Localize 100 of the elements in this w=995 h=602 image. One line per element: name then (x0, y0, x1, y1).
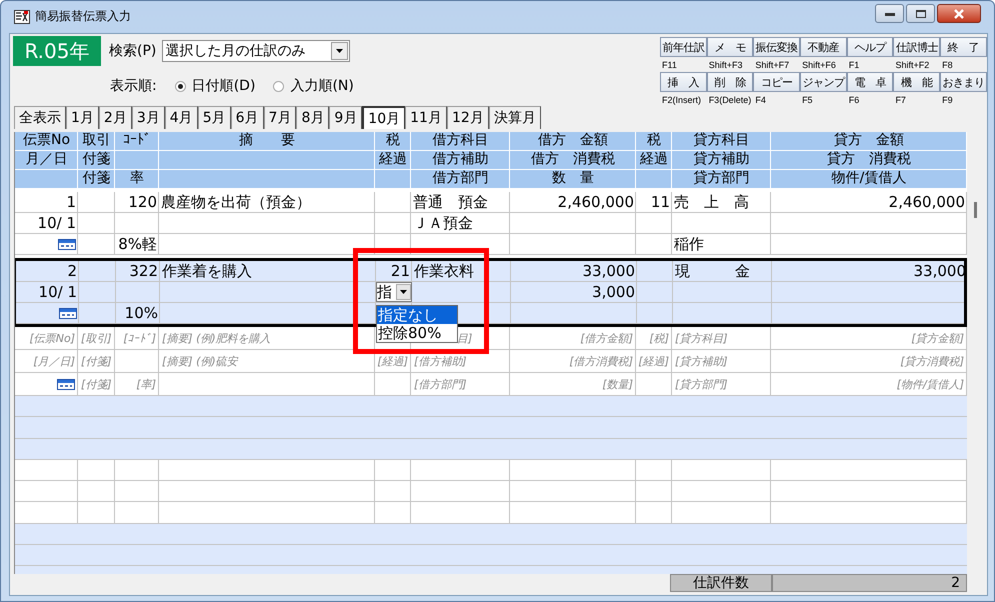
month-tab[interactable]: 6月 (230, 106, 264, 129)
month-tab[interactable]: 全表示 (14, 106, 66, 129)
shortcut-label: F7 (894, 94, 907, 104)
column-header: 付箋 (82, 151, 110, 169)
table-cell: 作業着を購入 (162, 261, 252, 281)
table-cell: 農産物を出荷（預金） (161, 192, 311, 212)
minimize-button[interactable] (875, 4, 904, 23)
column-header: ｺｰﾄﾞ (123, 132, 151, 150)
function-button[interactable]: 挿 入 (660, 72, 707, 92)
function-button[interactable]: 不動産 (800, 37, 847, 57)
dropdown-option[interactable]: 控除80% (377, 324, 457, 342)
memo-icon[interactable] (59, 308, 77, 318)
table-cell: 322 (129, 261, 158, 281)
function-button[interactable]: 終 了 (940, 37, 987, 57)
shortcut-label: F5 (801, 94, 814, 104)
column-header: 税 (647, 132, 661, 150)
dropdown-arrow-icon (400, 290, 407, 294)
shortcut-label: F3(Delete) (708, 94, 752, 104)
placeholder-text: [借方補助] (414, 354, 467, 368)
month-tab[interactable]: 2月 (98, 106, 132, 129)
function-button[interactable]: 機 能 (893, 72, 940, 92)
table-cell: 1 (66, 192, 76, 212)
table-cell: 売 上 高 (674, 192, 749, 212)
function-button[interactable]: 削 除 (706, 72, 754, 92)
placeholder-text: [付箋] (81, 376, 112, 392)
placeholder-text: [月／日] (33, 354, 75, 368)
placeholder-text: [借方金額] (580, 330, 633, 346)
search-dropdown[interactable]: 選択した月の仕訳のみ (162, 40, 350, 62)
table-cell: 21 (390, 261, 410, 281)
maximize-button[interactable] (906, 4, 935, 23)
function-button[interactable]: 仕訳博士 (893, 37, 940, 57)
column-header: 借方部門 (432, 170, 488, 188)
memo-icon[interactable] (57, 378, 75, 390)
tax-dropdown[interactable]: 指 (376, 282, 412, 302)
table-cell: 3,000 (592, 282, 635, 302)
dropdown-option[interactable]: 指定なし (377, 306, 457, 324)
column-header: 貸方部門 (694, 170, 750, 188)
month-tab[interactable]: 4月 (164, 106, 198, 129)
function-button[interactable]: コピー (753, 72, 800, 92)
month-tab[interactable]: 決算月 (488, 106, 541, 129)
month-tab[interactable]: 9月 (329, 106, 362, 129)
month-tab[interactable]: 11月 (405, 106, 447, 129)
function-button[interactable]: 振伝変換 (753, 37, 800, 57)
month-tab[interactable]: 5月 (198, 106, 231, 129)
shortcut-label: F6 (848, 94, 860, 104)
column-header: 取引 (82, 132, 110, 150)
table-cell: 作業衣料 (414, 261, 474, 281)
function-button[interactable]: ジャンプ (800, 72, 847, 92)
month-tab[interactable]: 10月 (362, 106, 406, 129)
month-tab[interactable]: 8月 (296, 106, 330, 129)
function-button[interactable]: メ モ (706, 37, 754, 57)
placeholder-text: 目] (457, 330, 472, 346)
table-cell: 現 金 (675, 261, 750, 281)
app-icon (14, 10, 30, 24)
shortcut-label: F1 (848, 60, 860, 70)
shortcut-label: Shift+F7 (754, 60, 790, 70)
scrollbar-thumb[interactable] (974, 202, 977, 218)
shortcut-label: F4 (754, 94, 767, 104)
column-header: 借方 金額 (538, 132, 608, 150)
entry-count-value: 2 (772, 574, 967, 592)
memo-icon[interactable] (58, 238, 76, 250)
table-cell: 稲作 (674, 234, 704, 254)
placeholder-text: [経過] (377, 354, 408, 368)
column-header: 伝票No (22, 132, 70, 150)
table-cell: 8%軽 (118, 234, 157, 254)
placeholder-text: [貸方補助] (675, 354, 728, 368)
month-tab[interactable]: 12月 (446, 106, 489, 129)
placeholder-text: [数量] (602, 376, 633, 392)
month-tab[interactable]: 3月 (132, 106, 165, 129)
minimize-icon (884, 12, 894, 16)
column-header: 付箋 (82, 170, 110, 188)
column-header: 経過 (640, 151, 668, 169)
column-header: 借方補助 (432, 151, 488, 169)
sort-radio[interactable]: 日付順(D) (174, 77, 256, 95)
column-header: 数 量 (552, 170, 594, 188)
maximize-icon (916, 10, 926, 18)
table-cell: 120 (128, 192, 157, 212)
placeholder-text: [物件/賃借人] (896, 376, 964, 392)
shortcut-label: F9 (941, 94, 954, 104)
function-button[interactable]: 電 卓 (846, 72, 894, 92)
column-header: 物件/賃借人 (832, 170, 906, 188)
journal-entry[interactable]: 1 120 農産物を出荷（預金） 普通 預金 2,460,000 11 売 上 高 2,460,000 10/ 1 ＪＡ預金 8%軽 稲作 (15, 189, 967, 258)
column-header: 借方科目 (432, 132, 488, 150)
month-tab[interactable]: 1月 (66, 106, 99, 129)
column-header: 月／日 (26, 151, 68, 169)
function-button[interactable]: ヘルプ (846, 37, 894, 57)
function-button[interactable]: 前年仕訳 (660, 37, 707, 57)
table-cell: 2,460,000 (558, 192, 634, 212)
month-tab[interactable]: 7月 (264, 106, 296, 129)
shortcut-label: F11 (661, 60, 678, 70)
close-button[interactable] (937, 4, 981, 23)
close-icon (953, 8, 965, 18)
shortcut-label: Shift+F3 (708, 60, 744, 70)
dropdown-arrow-icon (336, 49, 344, 53)
function-button[interactable]: おきまり (940, 72, 987, 92)
table-cell: 10% (124, 303, 158, 323)
placeholder-text: [ｺｰﾄﾞ] (123, 332, 156, 344)
window-title: 簡易振替伝票入力 (35, 8, 131, 25)
sort-radio[interactable]: 入力順(N) (273, 77, 354, 95)
placeholder-text: [借方部門] (414, 376, 467, 392)
